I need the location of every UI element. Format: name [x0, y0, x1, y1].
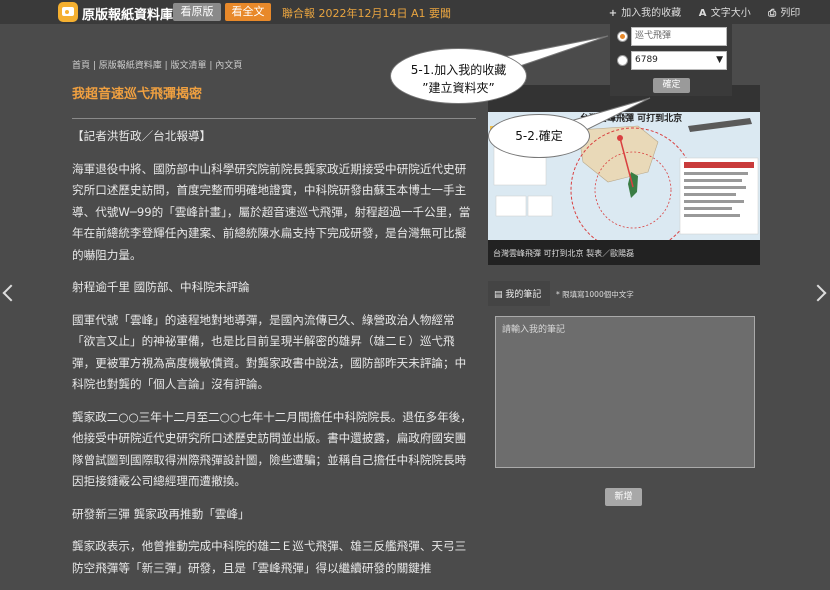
- annotation-callout-add-favorite: 5-1.加入我的收藏 ”建立資料夾”: [390, 48, 527, 104]
- annotation-callout-confirm: 5-2.確定: [488, 114, 590, 158]
